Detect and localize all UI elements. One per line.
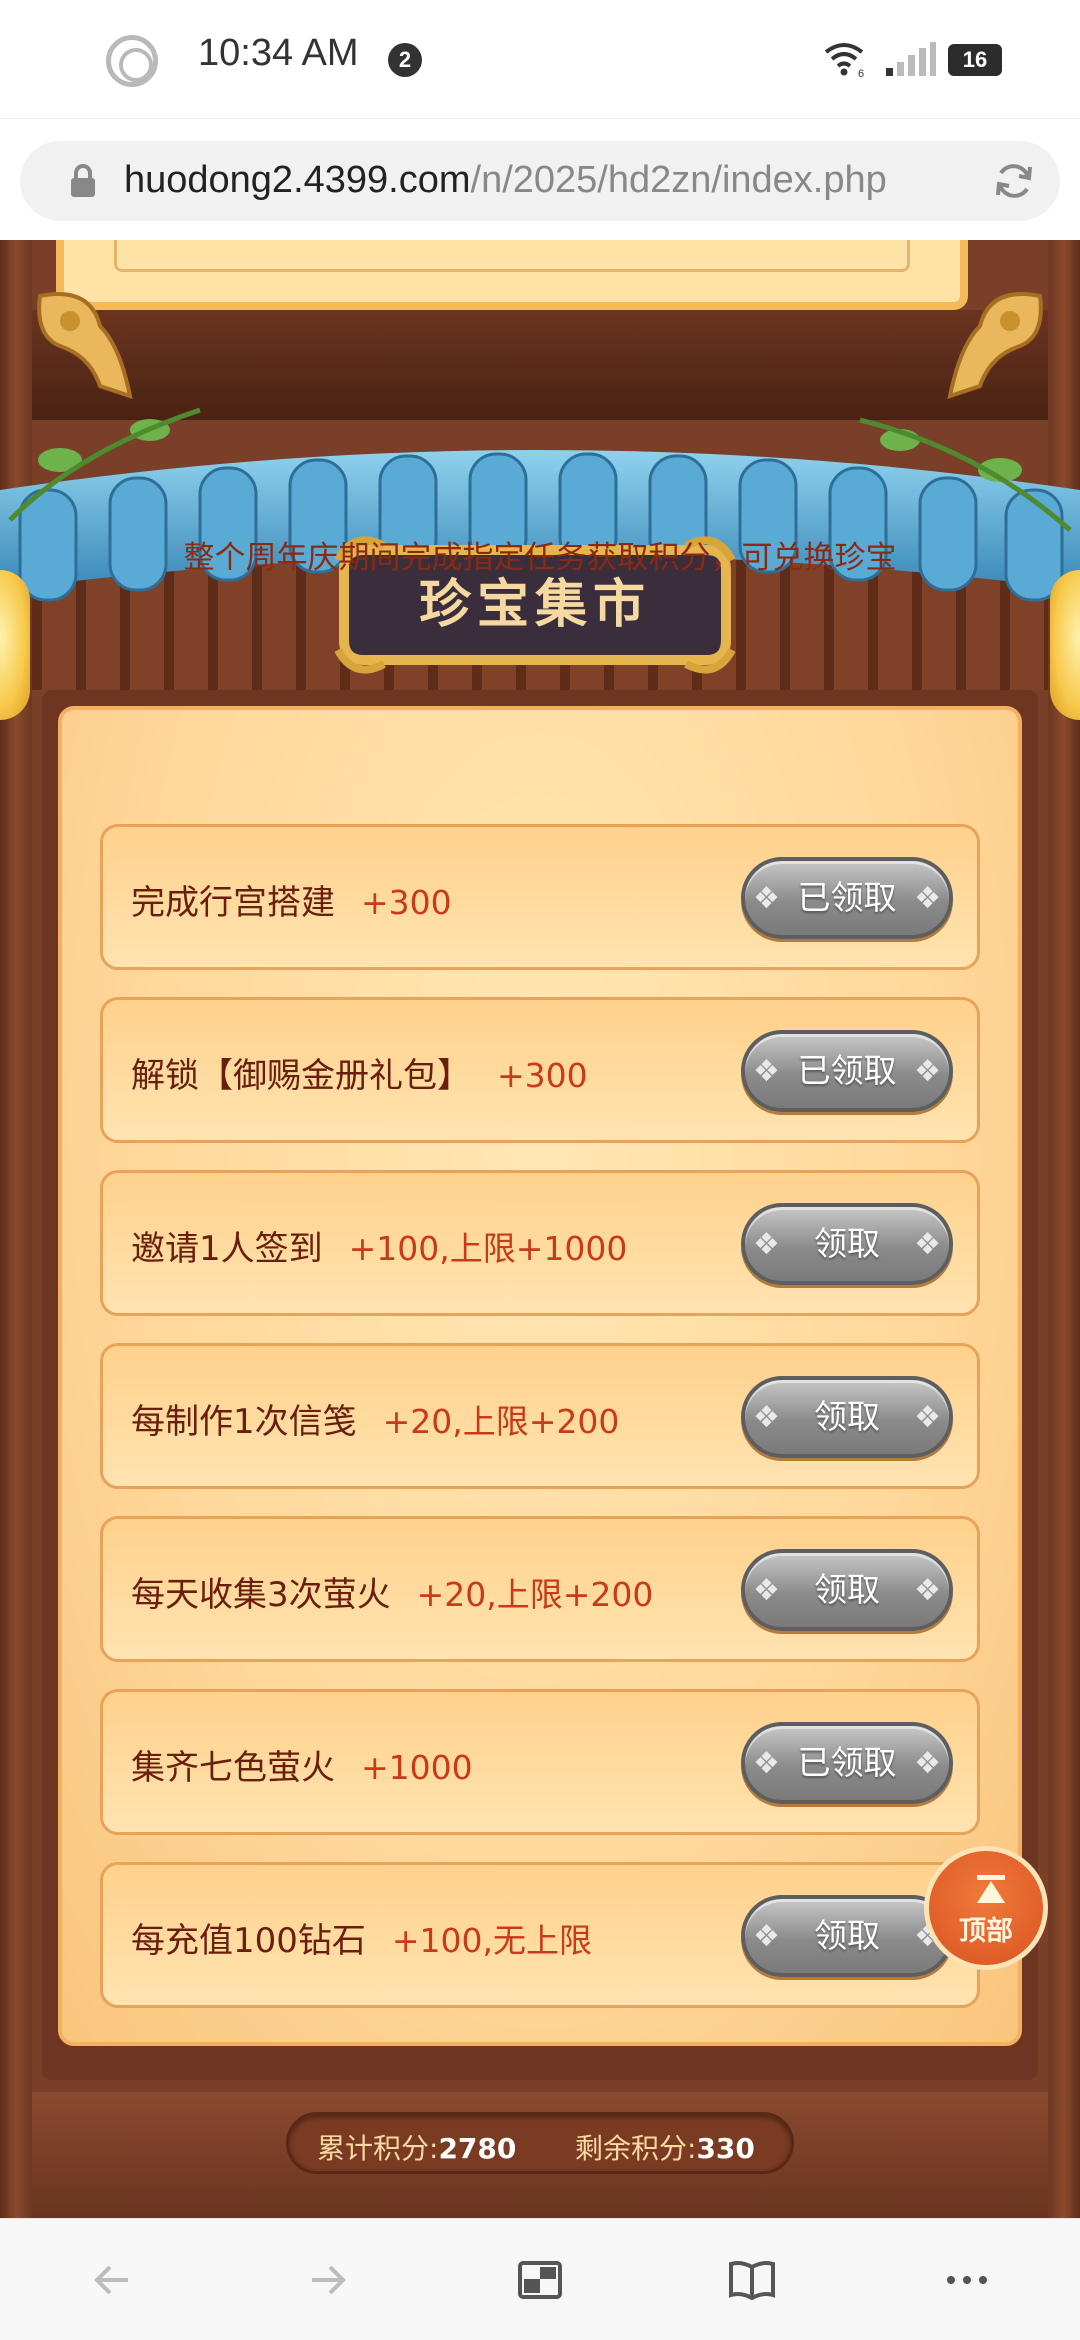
url-path: /n/2025/hd2zn/index.php: [470, 159, 887, 201]
previous-section-panel: [56, 240, 968, 310]
browser-bottom-nav: [0, 2218, 1080, 2340]
task-row: 完成行宫搭建 +300 已领取: [100, 824, 980, 970]
remaining-score-value: 330: [696, 2132, 755, 2165]
claim-button[interactable]: 领取: [741, 1376, 953, 1458]
status-bar: 10:34 AM 2 6 16: [0, 0, 1080, 118]
task-row: 邀请1人签到 +100,上限+1000 领取: [100, 1170, 980, 1316]
status-time: 10:34 AM: [198, 32, 359, 74]
signal-icon: [886, 42, 936, 76]
task-row: 集齐七色萤火 +1000 已领取: [100, 1689, 980, 1835]
event-page: 珍宝集市 整个周年庆期间完成指定任务获取积分，可兑换珍宝 完成行宫搭建 +300 …: [0, 240, 1080, 2218]
forward-icon[interactable]: [302, 2255, 352, 2305]
claim-button[interactable]: 已领取: [741, 857, 953, 939]
bell-arrow-icon: [977, 1875, 1005, 1903]
claim-button[interactable]: 已领取: [741, 1722, 953, 1804]
task-points: +300: [497, 1056, 588, 1095]
bookmarks-icon[interactable]: [727, 2255, 777, 2305]
task-row: 每充值100钻石 +100,无上限 领取: [100, 1862, 980, 2008]
task-points: +100,无上限: [391, 1921, 593, 1960]
back-to-top-label: 顶部: [959, 1916, 1013, 1947]
lock-icon: [71, 164, 95, 197]
lantern-left-icon: [0, 570, 30, 720]
claim-button[interactable]: 领取: [741, 1549, 953, 1631]
notification-badge: 2: [388, 43, 422, 77]
remaining-score: 剩余积分:330: [575, 2127, 755, 2167]
task-row: 每天收集3次萤火 +20,上限+200 领取: [100, 1516, 980, 1662]
task-label: 每制作1次信笺: [131, 1402, 357, 1442]
task-label: 集齐七色萤火: [131, 1748, 335, 1788]
claim-button-label: 领取: [814, 1916, 880, 1955]
back-to-top-button[interactable]: 顶部: [924, 1846, 1048, 1970]
reload-icon[interactable]: [992, 159, 1036, 203]
claim-button-label: 已领取: [797, 1051, 897, 1090]
claim-button-label: 已领取: [797, 878, 897, 917]
battery-icon: 16: [948, 44, 1002, 76]
claim-button[interactable]: 领取: [741, 1895, 953, 1977]
task-row: 每制作1次信笺 +20,上限+200 领取: [100, 1343, 980, 1489]
task-points: +100,上限+1000: [348, 1229, 628, 1268]
task-label: 解锁【御赐金册礼包】: [131, 1056, 471, 1096]
wifi-sub-label: 6: [858, 68, 864, 78]
lantern-right-icon: [1050, 570, 1080, 720]
task-points: +20,上限+200: [416, 1575, 654, 1614]
address-bar[interactable]: huodong2.4399.com/n/2025/hd2zn/index.php: [20, 141, 1060, 221]
browser-toolbar: huodong2.4399.com/n/2025/hd2zn/index.php: [0, 118, 1080, 240]
claim-button[interactable]: 领取: [741, 1203, 953, 1285]
tabs-icon[interactable]: [515, 2255, 565, 2305]
claim-button[interactable]: 已领取: [741, 1030, 953, 1112]
total-score-value: 2780: [438, 2132, 517, 2165]
remaining-score-label: 剩余积分:: [575, 2132, 697, 2165]
status-ring-icon: [106, 35, 158, 87]
more-icon[interactable]: [942, 2255, 992, 2305]
url-text[interactable]: huodong2.4399.com/n/2025/hd2zn/index.php: [124, 159, 887, 202]
task-row: 解锁【御赐金册礼包】 +300 已领取: [100, 997, 980, 1143]
back-icon[interactable]: [88, 2255, 138, 2305]
task-label: 邀请1人签到: [131, 1229, 323, 1269]
claim-button-label: 领取: [814, 1570, 880, 1609]
task-points: +20,上限+200: [382, 1402, 620, 1441]
task-label: 完成行宫搭建: [131, 883, 335, 923]
claim-button-label: 领取: [814, 1224, 880, 1263]
intro-text: 整个周年庆期间完成指定任务获取积分，可兑换珍宝: [183, 540, 897, 576]
wifi-icon: 6: [824, 43, 864, 78]
score-pill: 累计积分:2780 剩余积分:330: [286, 2112, 794, 2174]
task-label: 每充值100钻石: [131, 1921, 366, 1961]
claim-button-label: 已领取: [797, 1743, 897, 1782]
task-points: +300: [361, 883, 452, 922]
total-score: 累计积分:2780: [317, 2127, 516, 2167]
total-score-label: 累计积分:: [317, 2132, 439, 2165]
claim-button-label: 领取: [814, 1397, 880, 1436]
task-label: 每天收集3次萤火: [131, 1575, 391, 1615]
url-domain: huodong2.4399.com: [124, 159, 471, 201]
task-points: +1000: [361, 1748, 473, 1787]
